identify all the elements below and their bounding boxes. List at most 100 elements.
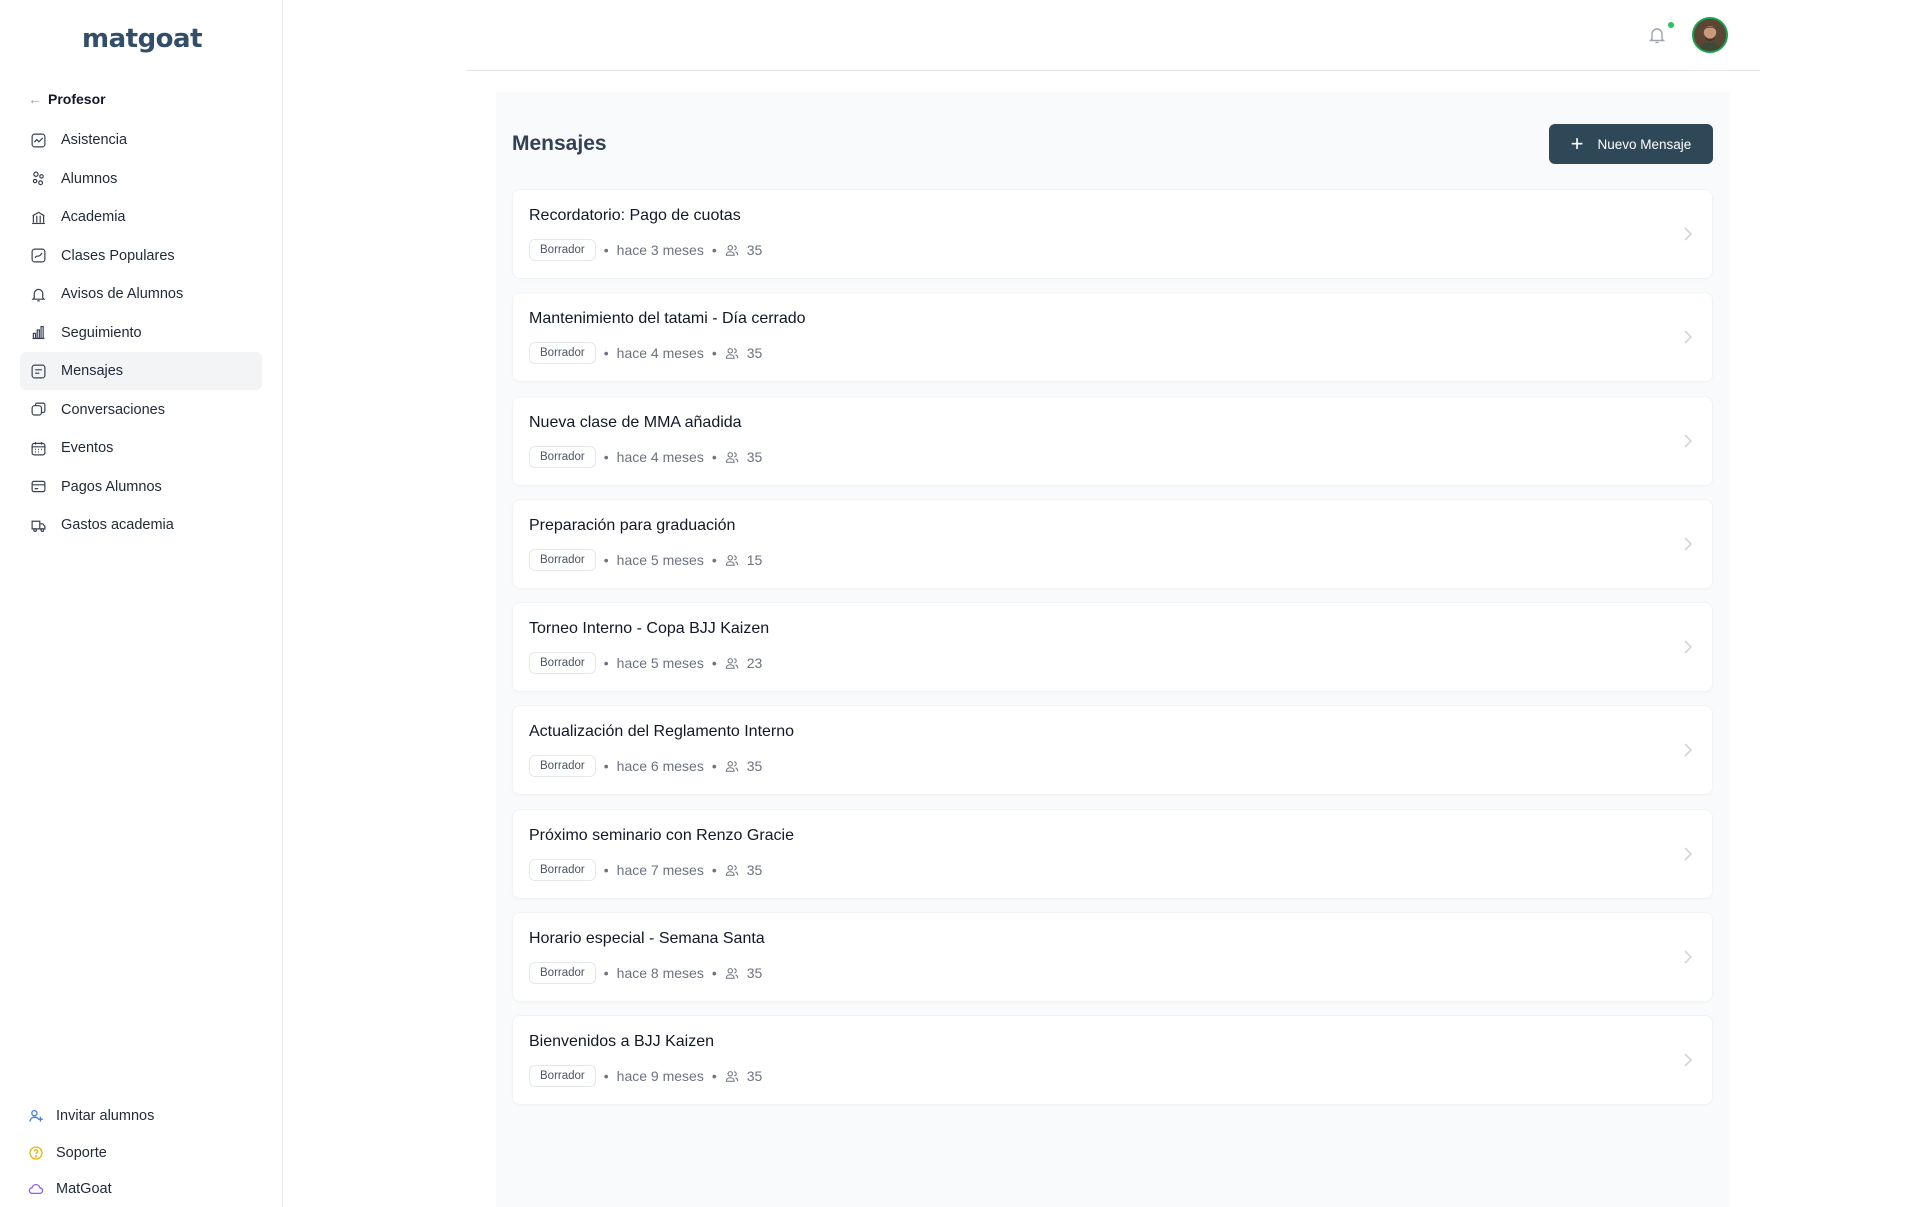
recipient-count: 35 — [746, 758, 763, 775]
building-icon — [32, 211, 45, 224]
status-badge: Borrador — [529, 548, 596, 571]
message-card[interactable]: Horario especial - Semana Santa Borrador… — [512, 912, 1713, 1003]
sidebar-item-eventos[interactable]: Eventos — [20, 429, 262, 467]
sidebar-item-clases-populares[interactable]: Clases Populares — [20, 237, 262, 275]
separator-dot: • — [603, 242, 609, 258]
status-badge: Borrador — [529, 342, 596, 365]
message-card[interactable]: Nueva clase de MMA añadida Borrador • ha… — [512, 395, 1713, 486]
sidebar-item-academia[interactable]: Academia — [20, 198, 262, 236]
message-card[interactable]: Mantenimiento del tatami - Día cerrado B… — [512, 292, 1713, 383]
chevron-right-icon — [1684, 640, 1693, 654]
back-link-profesor[interactable]: ← Profesor — [28, 88, 106, 110]
separator-dot: • — [603, 345, 609, 362]
sidebar-bottom-links: Invitar alumnos Soporte MatGoat — [28, 1098, 154, 1207]
separator-dot: • — [711, 345, 717, 362]
new-message-button[interactable]: + Nuevo Mensaje — [1549, 124, 1713, 164]
message-title: Próximo seminario con Renzo Gracie — [529, 826, 794, 844]
recipient-count: 23 — [746, 655, 763, 672]
message-meta: Borrador • hace 3 meses • 35 — [529, 239, 762, 261]
back-link-label: Profesor — [48, 91, 106, 107]
sidebar-item-label: Academia — [61, 209, 126, 225]
sidebar-item-label: Mensajes — [61, 363, 124, 379]
messages-panel: Mensajes + Nuevo Mensaje Recordatorio: P… — [496, 92, 1730, 1207]
message-time: hace 9 meses — [616, 1068, 704, 1085]
help-circle-icon — [29, 1146, 43, 1160]
sidebar-item-gastos-academia[interactable]: Gastos academia — [20, 506, 262, 544]
separator-dot: • — [603, 861, 609, 878]
status-badge: Borrador — [529, 1065, 596, 1088]
message-title: Nueva clase de MMA añadida — [529, 413, 742, 431]
chevron-right-icon — [1684, 847, 1693, 861]
new-message-label: Nuevo Mensaje — [1597, 136, 1692, 152]
recipient-count: 15 — [746, 551, 763, 568]
status-badge: Borrador — [529, 652, 596, 675]
sidebar-item-avisos-de-alumnos[interactable]: Avisos de Alumnos — [20, 275, 262, 313]
trend-icon — [31, 248, 46, 263]
sidebar-item-asistencia[interactable]: Asistencia — [20, 121, 262, 159]
message-meta: Borrador • hace 9 meses • 35 — [529, 1065, 762, 1088]
chevron-right-icon — [1684, 537, 1693, 551]
separator-dot: • — [603, 758, 609, 775]
sidebar-item-pagos-alumnos[interactable]: Pagos Alumnos — [20, 468, 262, 506]
separator-dot: • — [603, 448, 609, 465]
message-title: Recordatorio: Pago de cuotas — [529, 207, 741, 224]
message-time: hace 4 meses — [616, 448, 704, 465]
status-badge: Borrador — [529, 858, 596, 881]
chevron-right-icon — [1684, 950, 1693, 964]
message-meta: Borrador • hace 7 meses • 35 — [529, 858, 763, 881]
separator-dot: • — [711, 861, 717, 878]
message-card[interactable]: Actualización del Reglamento Interno Bor… — [512, 705, 1713, 796]
message-title: Bienvenidos a BJJ Kaizen — [529, 1033, 714, 1051]
message-card[interactable]: Torneo Interno - Copa BJJ Kaizen Borrado… — [512, 602, 1713, 693]
separator-dot: • — [603, 551, 609, 568]
page-title: Mensajes — [512, 132, 607, 155]
sidebar-item-alumnos[interactable]: Alumnos — [20, 160, 262, 198]
separator-dot: • — [603, 1068, 609, 1085]
matgoat-link[interactable]: MatGoat — [28, 1171, 154, 1207]
sidebar-item-label: Avisos de Alumnos — [61, 286, 184, 302]
recipient-count: 35 — [746, 861, 763, 878]
status-badge: Borrador — [529, 445, 596, 468]
users-icon — [725, 968, 738, 979]
sidebar-item-conversaciones[interactable]: Conversaciones — [20, 391, 262, 429]
message-time: hace 8 meses — [616, 965, 704, 982]
sidebar: matgoat ← Profesor Asistencia Alumnos Ac… — [0, 0, 283, 1207]
message-card[interactable]: Recordatorio: Pago de cuotas Borrador • … — [512, 189, 1713, 279]
recipient-count: 35 — [746, 242, 763, 258]
invite-students-link[interactable]: Invitar alumnos — [28, 1098, 154, 1135]
message-meta: Borrador • hace 4 meses • 35 — [529, 445, 763, 468]
calendar-icon — [31, 441, 46, 455]
arrow-left-icon: ← — [28, 91, 42, 107]
credit-card-icon — [31, 480, 46, 493]
notifications-button[interactable] — [1647, 25, 1667, 45]
message-meta: Borrador • hace 5 meses • 15 — [529, 548, 763, 571]
chat-icon — [31, 402, 46, 416]
user-plus-icon — [29, 1110, 43, 1122]
bar-chart-icon — [32, 325, 45, 340]
sidebar-item-mensajes[interactable]: Mensajes — [20, 352, 262, 390]
message-card[interactable]: Preparación para graduación Borrador • h… — [512, 498, 1713, 589]
status-badge: Borrador — [529, 962, 596, 985]
sidebar-item-label: Conversaciones — [61, 401, 165, 418]
separator-dot: • — [603, 965, 609, 982]
message-card[interactable]: Próximo seminario con Renzo Gracie Borra… — [512, 808, 1713, 899]
message-card[interactable]: Bienvenidos a BJJ Kaizen Borrador • hace… — [512, 1015, 1713, 1106]
message-meta: Borrador • hace 8 meses • 35 — [529, 962, 762, 985]
message-title: Mantenimiento del tatami - Día cerrado — [529, 310, 806, 328]
users-icon — [725, 245, 738, 256]
recipient-count: 35 — [746, 448, 763, 465]
message-meta: Borrador • hace 5 meses • 23 — [529, 652, 763, 675]
message-icon — [31, 364, 46, 378]
message-title: Torneo Interno - Copa BJJ Kaizen — [529, 620, 770, 638]
avatar-image — [1694, 19, 1726, 51]
sidebar-item-seguimiento[interactable]: Seguimiento — [20, 314, 262, 352]
user-avatar[interactable] — [1692, 17, 1728, 53]
logo[interactable]: matgoat — [82, 22, 203, 56]
support-link[interactable]: Soporte — [28, 1135, 154, 1172]
separator-dot: • — [711, 551, 717, 568]
status-badge: Borrador — [529, 755, 596, 778]
separator-dot: • — [711, 242, 717, 258]
message-time: hace 4 meses — [616, 345, 704, 362]
users-icon — [725, 554, 738, 566]
chevron-right-icon — [1684, 1053, 1693, 1067]
